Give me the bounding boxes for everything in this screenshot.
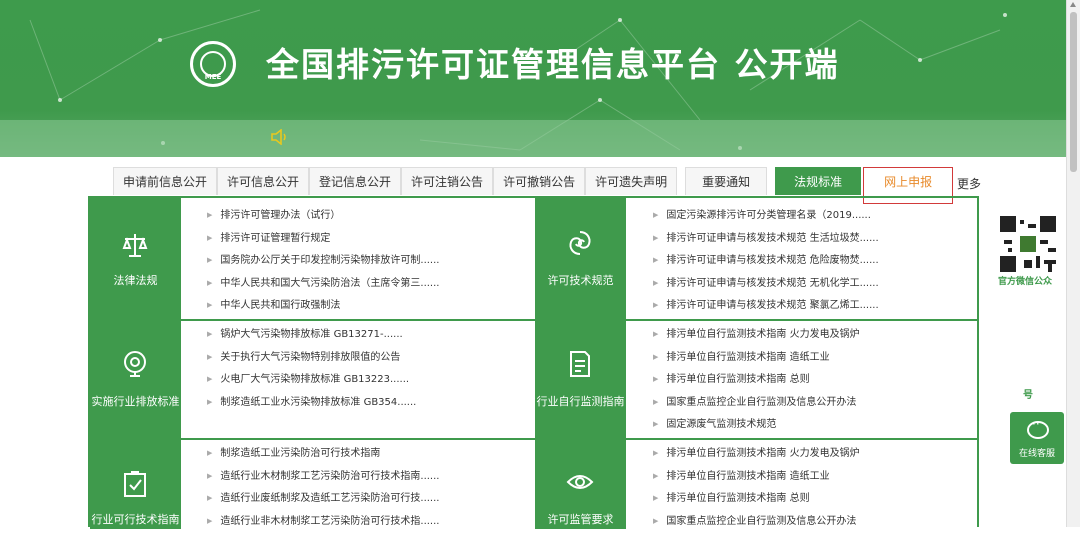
category-law[interactable]: 法律法规 bbox=[90, 198, 181, 319]
list-item[interactable]: 排污许可管理办法（试行） bbox=[207, 205, 439, 228]
document-icon bbox=[565, 349, 595, 379]
regulations-panel: 法律法规 排污许可管理办法（试行） 排污许可证管理暂行规定 国务院办公厅关于印发… bbox=[88, 196, 979, 527]
emission-std-list: 锅炉大气污染物排放标准 GB13271-...... 关于执行大气污染物特别排放… bbox=[207, 324, 416, 414]
tab-pre-application[interactable]: 申请前信息公开 bbox=[113, 167, 217, 195]
list-item[interactable]: 锅炉大气污染物排放标准 GB13271-...... bbox=[207, 324, 416, 347]
list-item[interactable]: 固定污染源排污许可分类管理名录（2019...... bbox=[653, 205, 879, 228]
row-divider bbox=[90, 438, 977, 440]
list-item[interactable]: 排污许可证申请与核发技术规范 危险废物焚...... bbox=[653, 250, 879, 273]
list-item[interactable]: 造纸行业非木材制浆工艺污染防治可行技术指...... bbox=[207, 511, 439, 533]
location-pin-icon bbox=[120, 349, 150, 379]
list-item[interactable]: 排污单位自行监测技术指南 造纸工业 bbox=[653, 466, 860, 489]
category-supervision-label: 许可监管要求 bbox=[535, 511, 626, 527]
law-list: 排污许可管理办法（试行） 排污许可证管理暂行规定 国务院办公厅关于印发控制污染物… bbox=[207, 205, 439, 318]
self-monitor-list: 排污单位自行监测技术指南 火力发电及锅炉 排污单位自行监测技术指南 造纸工业 排… bbox=[653, 324, 860, 437]
category-self-monitor-label: 行业自行监测指南 bbox=[535, 393, 626, 409]
scroll-up-icon[interactable] bbox=[1070, 2, 1076, 7]
category-law-label: 法律法规 bbox=[90, 272, 181, 288]
list-item[interactable]: 中华人民共和国大气污染防治法（主席令第三...... bbox=[207, 273, 439, 296]
supervision-list: 排污单位自行监测技术指南 火力发电及锅炉 排污单位自行监测技术指南 造纸工业 排… bbox=[653, 443, 860, 533]
wechat-qr-code bbox=[1000, 216, 1056, 272]
category-permit-tech[interactable]: 许可技术规范 bbox=[535, 198, 626, 319]
qr-label: 官方微信公众 bbox=[998, 274, 1052, 287]
row-divider bbox=[90, 319, 977, 321]
tab-bar: 申请前信息公开 许可信息公开 登记信息公开 许可注销公告 许可撤销公告 许可遗失… bbox=[113, 167, 953, 195]
checklist-icon bbox=[120, 469, 150, 499]
list-item[interactable]: 排污许可证管理暂行规定 bbox=[207, 228, 439, 251]
speaker-icon[interactable] bbox=[270, 129, 290, 145]
list-item[interactable]: 排污单位自行监测技术指南 总则 bbox=[653, 488, 860, 511]
notice-strip bbox=[0, 120, 1067, 157]
category-emission-std[interactable]: 实施行业排放标准 bbox=[90, 321, 181, 438]
category-self-monitor[interactable]: 行业自行监测指南 bbox=[535, 321, 626, 438]
list-item[interactable]: 国家重点监控企业自行监测及信息公开办法 bbox=[653, 511, 860, 533]
tab-important-notice[interactable]: 重要通知 bbox=[685, 167, 767, 195]
list-item[interactable]: 关于执行大气污染物特别排放限值的公告 bbox=[207, 347, 416, 370]
tab-permit-info[interactable]: 许可信息公开 bbox=[217, 167, 309, 195]
category-emission-std-label: 实施行业排放标准 bbox=[90, 393, 181, 409]
site-title: 全国排污许可证管理信息平台 公开端 bbox=[266, 38, 840, 86]
list-item[interactable]: 国务院办公厅关于印发控制污染物排放许可制...... bbox=[207, 250, 439, 273]
feasible-tech-list: 制浆造纸工业污染防治可行技术指南 造纸行业木材制浆工艺污染防治可行技术指南...… bbox=[207, 443, 439, 533]
header-banner: MEE 全国排污许可证管理信息平台 公开端 bbox=[0, 0, 1067, 157]
eye-icon bbox=[565, 467, 595, 497]
list-item[interactable]: 固定源废气监测技术规范 bbox=[653, 414, 860, 437]
list-item[interactable]: 火电厂大气污染物排放标准 GB13223...... bbox=[207, 369, 416, 392]
spiral-icon bbox=[565, 228, 595, 258]
list-item[interactable]: 排污单位自行监测技术指南 总则 bbox=[653, 369, 860, 392]
tab-permit-loss[interactable]: 许可遗失声明 bbox=[585, 167, 677, 195]
list-item[interactable]: 排污许可证申请与核发技术规范 无机化学工...... bbox=[653, 273, 879, 296]
scrollbar-thumb[interactable] bbox=[1070, 12, 1077, 172]
list-item[interactable]: 制浆造纸工业水污染物排放标准 GB354...... bbox=[207, 392, 416, 415]
mee-logo: MEE bbox=[190, 41, 236, 87]
list-item[interactable]: 制浆造纸工业污染防治可行技术指南 bbox=[207, 443, 439, 466]
category-supervision[interactable]: 许可监管要求 bbox=[535, 440, 626, 529]
tab-regulations[interactable]: 法规标准 bbox=[775, 167, 861, 195]
list-item[interactable]: 排污许可证申请与核发技术规范 聚氯乙烯工...... bbox=[653, 295, 879, 318]
side-number-label: 号 bbox=[1023, 386, 1033, 401]
online-service-label: 在线客服 bbox=[1010, 446, 1064, 459]
tab-permit-revocation[interactable]: 许可撤销公告 bbox=[493, 167, 585, 195]
list-item[interactable]: 排污单位自行监测技术指南 造纸工业 bbox=[653, 347, 860, 370]
category-feasible-tech-label: 行业可行技术指南 bbox=[90, 511, 181, 527]
list-item[interactable]: 排污单位自行监测技术指南 火力发电及锅炉 bbox=[653, 443, 860, 466]
more-link[interactable]: 更多 bbox=[957, 175, 981, 192]
permit-tech-list: 固定污染源排污许可分类管理名录（2019...... 排污许可证申请与核发技术规… bbox=[653, 205, 879, 318]
tab-permit-cancellation[interactable]: 许可注销公告 bbox=[401, 167, 493, 195]
online-service-button[interactable]: 在线客服 bbox=[1010, 412, 1064, 464]
tab-registration-info[interactable]: 登记信息公开 bbox=[309, 167, 401, 195]
list-item[interactable]: 排污单位自行监测技术指南 火力发电及锅炉 bbox=[653, 324, 860, 347]
logo-text: MEE bbox=[193, 73, 233, 81]
list-item[interactable]: 排污许可证申请与核发技术规范 生活垃圾焚...... bbox=[653, 228, 879, 251]
list-item[interactable]: 国家重点监控企业自行监测及信息公开办法 bbox=[653, 392, 860, 415]
page-scrollbar[interactable] bbox=[1066, 0, 1080, 527]
list-item[interactable]: 造纸行业木材制浆工艺污染防治可行技术指南...... bbox=[207, 466, 439, 489]
scales-icon bbox=[120, 230, 150, 260]
category-permit-tech-label: 许可技术规范 bbox=[535, 272, 626, 288]
chat-bubble-icon bbox=[1027, 421, 1049, 439]
list-item[interactable]: 中华人民共和国行政强制法 bbox=[207, 295, 439, 318]
list-item[interactable]: 造纸行业废纸制浆及造纸工艺污染防治可行技...... bbox=[207, 488, 439, 511]
category-feasible-tech[interactable]: 行业可行技术指南 bbox=[90, 440, 181, 529]
